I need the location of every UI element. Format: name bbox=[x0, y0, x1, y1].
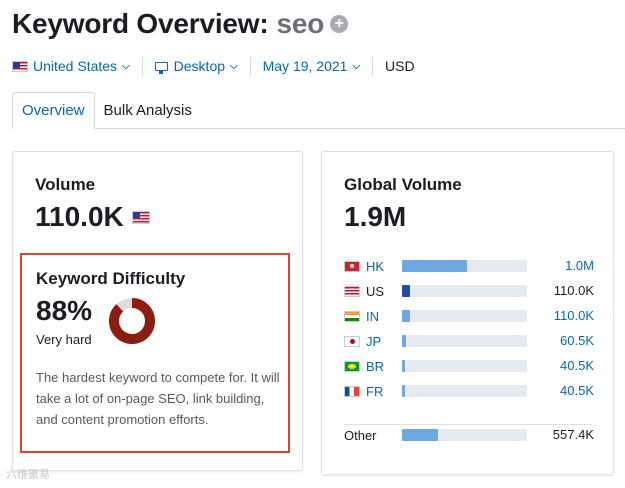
country-code[interactable]: JP bbox=[366, 334, 396, 349]
filters-bar: United States ⌵ Desktop ⌵ May 19, 2021 ⌵… bbox=[12, 55, 415, 77]
volume-number: 110.0K bbox=[35, 201, 124, 232]
country-row-fr: FR 40.5K bbox=[344, 381, 594, 401]
country-volume-value[interactable]: 60.5K bbox=[560, 331, 594, 351]
country-dropdown[interactable]: United States ⌵ bbox=[12, 58, 130, 74]
date-dropdown[interactable]: May 19, 2021 ⌵ bbox=[263, 58, 360, 74]
keyword-difficulty-description: The hardest keyword to compete for. It w… bbox=[36, 370, 280, 427]
keyword-label: seo bbox=[276, 8, 325, 39]
country-code[interactable]: IN bbox=[366, 309, 396, 324]
keyword-difficulty-percent: 88% bbox=[36, 295, 93, 326]
country-volume-value[interactable]: 110.0K bbox=[554, 306, 594, 326]
global-volume-value: 1.9M bbox=[344, 201, 407, 232]
divider bbox=[249, 57, 251, 75]
volume-label: Volume bbox=[35, 175, 96, 194]
chevron-down-icon: ⌵ bbox=[122, 60, 130, 72]
volume-bar bbox=[402, 335, 527, 347]
volume-bar-fill bbox=[402, 429, 439, 441]
tab-overview[interactable]: Overview bbox=[12, 92, 95, 129]
country-label: United States bbox=[33, 58, 118, 74]
us-flag-icon bbox=[131, 210, 150, 224]
watermark-text: 六维聚易 bbox=[6, 469, 50, 481]
tab-bulk-analysis[interactable]: Bulk Analysis bbox=[95, 93, 201, 128]
jp-flag-icon bbox=[344, 335, 360, 347]
volume-card: Volume 110.0K Keyword Difficulty 88% Ver… bbox=[12, 151, 303, 471]
fr-flag-icon bbox=[344, 385, 360, 397]
us-flag-icon bbox=[344, 285, 360, 297]
volume-bar-fill bbox=[402, 285, 410, 297]
country-row-jp: JP 60.5K bbox=[344, 331, 594, 351]
country-row-us: US 110.0K bbox=[344, 281, 594, 301]
page-title: Keyword Overview: seo + bbox=[12, 4, 349, 44]
volume-bar bbox=[402, 429, 527, 441]
difficulty-donut-chart bbox=[109, 298, 155, 344]
other-label: Other bbox=[344, 427, 377, 443]
country-code[interactable]: BR bbox=[366, 359, 396, 374]
volume-bar bbox=[402, 260, 527, 272]
country-code[interactable]: FR bbox=[366, 384, 396, 399]
device-label: Desktop bbox=[173, 58, 226, 74]
page-title-label: Keyword Overview: bbox=[12, 8, 269, 39]
volume-bar bbox=[402, 360, 527, 372]
donut-fill bbox=[109, 298, 155, 344]
chevron-down-icon: ⌵ bbox=[352, 60, 361, 72]
volume-bar-fill bbox=[402, 335, 406, 347]
volume-bar-fill bbox=[402, 360, 405, 372]
volume-bar bbox=[402, 385, 527, 397]
country-volume-value: 110.0K bbox=[553, 283, 594, 298]
country-code[interactable]: HK bbox=[366, 259, 396, 274]
br-flag-icon bbox=[344, 360, 360, 372]
watermark-logo: 六维聚易 bbox=[6, 466, 50, 482]
keyword-difficulty-panel: Keyword Difficulty 88% Very hard The har… bbox=[20, 253, 290, 453]
chevron-down-icon: ⌵ bbox=[230, 60, 238, 72]
in-flag-icon bbox=[344, 310, 360, 322]
country-row-other: Other 557.4K bbox=[344, 425, 594, 445]
volume-value: 110.0K bbox=[35, 201, 150, 233]
country-row-hk: HK 1.0M bbox=[344, 256, 594, 276]
us-flag-icon bbox=[12, 60, 28, 72]
keyword-difficulty-label: Keyword Difficulty bbox=[36, 269, 186, 288]
device-dropdown[interactable]: Desktop ⌵ bbox=[154, 58, 238, 74]
country-row-in: IN 110.0K bbox=[344, 306, 594, 326]
volume-bar-fill bbox=[402, 385, 405, 397]
currency-label: USD bbox=[385, 58, 415, 74]
global-volume-label: Global Volume bbox=[344, 175, 462, 194]
tab-bar: Overview Bulk Analysis bbox=[12, 92, 625, 129]
volume-bar bbox=[402, 285, 527, 297]
currency-text: USD bbox=[385, 58, 415, 74]
global-volume-card: Global Volume 1.9M HK 1.0M US 110.0K IN … bbox=[321, 151, 614, 475]
country-row-br: BR 40.5K bbox=[344, 356, 594, 376]
country-volume-value[interactable]: 1.0M bbox=[565, 256, 594, 276]
date-label: May 19, 2021 bbox=[262, 58, 348, 74]
hk-flag-icon bbox=[344, 260, 360, 272]
other-volume-value: 557.4K bbox=[552, 427, 594, 442]
plus-circle-icon[interactable]: + bbox=[330, 15, 349, 33]
divider bbox=[141, 57, 143, 75]
volume-bar-fill bbox=[402, 310, 410, 322]
country-code: US bbox=[366, 283, 385, 299]
desktop-icon bbox=[154, 61, 168, 74]
keyword-difficulty-level: Very hard bbox=[36, 332, 92, 347]
divider bbox=[372, 57, 374, 75]
volume-bar-fill bbox=[402, 260, 467, 272]
country-volume-value[interactable]: 40.5K bbox=[560, 381, 594, 401]
volume-bar bbox=[402, 310, 527, 322]
country-volume-value[interactable]: 40.5K bbox=[560, 356, 594, 376]
